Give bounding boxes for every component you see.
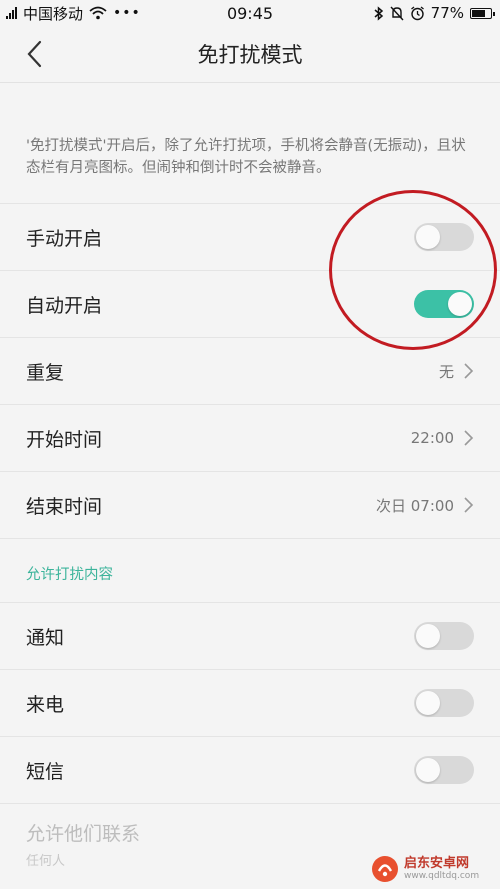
battery-icon — [470, 7, 495, 19]
description-text: '免打扰模式'开启后，除了允许打扰项，手机将会静音(无振动)，且状态栏有月亮图标… — [26, 138, 466, 176]
row-label: 结束时间 — [26, 495, 103, 518]
row-value-group: 次日 07:00 — [376, 495, 474, 516]
status-left: 中国移动 ••• — [6, 3, 141, 24]
row-label: 重复 — [26, 361, 65, 384]
start-time-value: 22:00 — [410, 429, 454, 447]
chevron-right-icon — [464, 497, 474, 513]
signal-icon — [6, 7, 17, 19]
row-label: 开始时间 — [26, 428, 103, 451]
notifications-toggle[interactable] — [414, 622, 474, 650]
page-title: 免打扰模式 — [197, 43, 303, 67]
status-bar: 中国移动 ••• 09:45 77% — [0, 0, 500, 26]
row-manual-on[interactable]: 手动开启 — [0, 203, 500, 270]
carrier-label: 中国移动 — [23, 4, 84, 23]
row-label: 短信 — [26, 760, 65, 783]
back-button[interactable] — [18, 38, 50, 70]
row-calls[interactable]: 来电 — [0, 669, 500, 736]
battery-percent: 77% — [430, 4, 464, 22]
watermark-text-group: 启东安卓网 www.qdltdq.com — [404, 856, 480, 882]
row-sms[interactable]: 短信 — [0, 736, 500, 803]
row-label: 允许他们联系 — [26, 822, 141, 845]
calls-toggle[interactable] — [414, 689, 474, 717]
row-start-time[interactable]: 开始时间 22:00 — [0, 404, 500, 471]
wifi-icon — [89, 6, 107, 20]
row-label: 来电 — [26, 693, 65, 716]
watermark: 启东安卓网 www.qdltdq.com — [370, 853, 496, 885]
end-time-value: 次日 07:00 — [376, 496, 454, 515]
sms-toggle[interactable] — [414, 756, 474, 784]
repeat-value: 无 — [438, 362, 454, 381]
row-label: 手动开启 — [26, 227, 103, 250]
status-right: 77% — [374, 4, 495, 22]
chevron-right-icon — [464, 430, 474, 446]
row-value-group: 22:00 — [411, 429, 474, 447]
manual-on-toggle[interactable] — [414, 223, 474, 251]
watermark-url: www.qdltdq.com — [404, 871, 480, 881]
row-value-group: 无 — [439, 361, 474, 382]
more-dots-icon: ••• — [113, 5, 141, 21]
row-repeat[interactable]: 重复 无 — [0, 337, 500, 404]
row-end-time[interactable]: 结束时间 次日 07:00 — [0, 471, 500, 538]
chevron-left-icon — [27, 40, 42, 68]
mute-bell-icon — [390, 6, 404, 20]
row-label: 自动开启 — [26, 294, 103, 317]
nav-bar: 免打扰模式 — [0, 26, 500, 83]
watermark-logo-icon — [372, 856, 398, 882]
allow-contacts-sub: 任何人 — [26, 853, 66, 869]
bluetooth-icon — [374, 5, 383, 21]
chevron-right-icon — [464, 363, 474, 379]
row-label: 通知 — [26, 626, 65, 649]
auto-on-toggle[interactable] — [414, 290, 474, 318]
watermark-text: 启东安卓网 — [404, 856, 470, 871]
row-auto-on[interactable]: 自动开启 — [0, 270, 500, 337]
section-header-allowed: 允许打扰内容 — [0, 538, 500, 602]
row-notifications[interactable]: 通知 — [0, 602, 500, 669]
alarm-icon — [410, 5, 424, 20]
settings-list: 手动开启 自动开启 重复 无 开始时间 22:00 结束时间 次日 07:00 … — [0, 203, 500, 883]
